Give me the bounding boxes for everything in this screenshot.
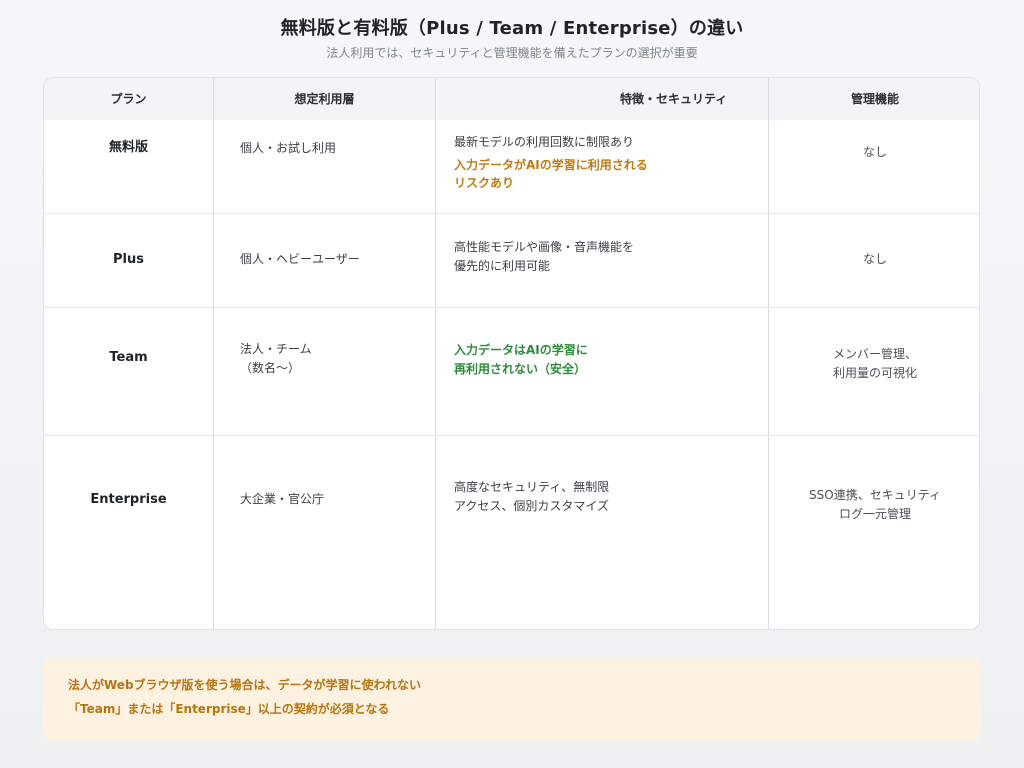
header-plan: プラン [110, 92, 147, 106]
feature-text-plus: 優先的に利用可能 [454, 259, 551, 273]
feature-warning-free: 入力データがAIの学習に利用される [454, 158, 648, 172]
feature-safe-team: 再利用されない（安全） [454, 362, 587, 376]
target-users-plus: 個人・ヘビーユーザー [240, 252, 360, 266]
target-users-team: 法人・チーム [240, 342, 312, 356]
plan-name-team: Team [109, 350, 148, 365]
notice-line-2: 「Team」または「Enterprise」以上の契約が必須となる [68, 702, 390, 716]
target-users-team: （数名〜） [240, 361, 301, 375]
feature-text-free: 最新モデルの利用回数に制限あり [454, 135, 635, 149]
column-divider [435, 78, 436, 629]
row-divider [44, 307, 979, 308]
column-divider [213, 78, 214, 629]
feature-safe-team: 入力データはAIの学習に [454, 343, 588, 357]
management-plus: なし [862, 252, 887, 266]
row-divider [44, 435, 979, 436]
feature-text-enterprise: アクセス、個別カスタマイズ [454, 499, 610, 513]
plan-name-plus: Plus [113, 252, 144, 267]
plan-name-free: 無料版 [108, 140, 148, 155]
management-free: なし [862, 145, 887, 159]
header-target-users: 想定利用層 [294, 92, 355, 106]
page-title: 無料版と有料版（Plus / Team / Enterprise）の違い [280, 18, 744, 39]
plan-comparison-table: プラン 想定利用層 特徴・セキュリティ 管理機能 無料版 個人・お試し利用 最新… [43, 77, 980, 630]
feature-text-plus: 高性能モデルや画像・音声機能を [454, 240, 635, 254]
feature-warning-free: リスクあり [454, 176, 515, 190]
management-team: メンバー管理、 [832, 347, 917, 361]
management-enterprise: SSO連携、セキュリティ [809, 488, 941, 502]
notice-line-1: 法人がWebブラウザ版を使う場合は、データが学習に使われない [68, 678, 421, 692]
target-users-free: 個人・お試し利用 [240, 141, 337, 155]
header-management: 管理機能 [850, 92, 899, 106]
feature-text-enterprise: 高度なセキュリティ、無制限 [454, 480, 610, 494]
column-divider [768, 78, 769, 629]
plan-name-enterprise: Enterprise [90, 492, 167, 507]
page-subtitle: 法人利用では、セキュリティと管理機能を備えたプランの選択が重要 [326, 46, 698, 60]
target-users-enterprise: 大企業・官公庁 [240, 492, 325, 506]
management-team: 利用量の可視化 [832, 366, 917, 380]
management-enterprise: ログ一元管理 [838, 507, 911, 521]
notice-box: 法人がWebブラウザ版を使う場合は、データが学習に使われない 「Team」または… [43, 657, 981, 741]
row-divider [44, 213, 979, 214]
